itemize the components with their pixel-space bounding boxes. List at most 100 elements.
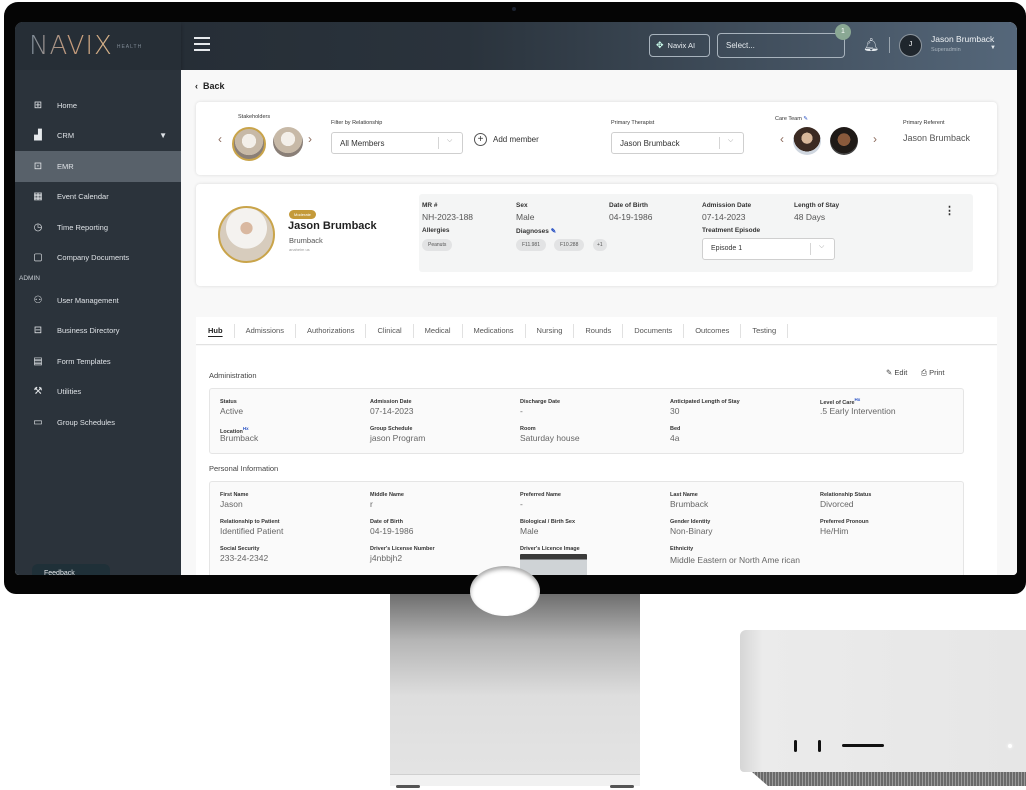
treatment-episode-value: Episode 1: [711, 245, 743, 252]
chevron-right-icon[interactable]: ›: [873, 132, 877, 146]
briefcase-icon: ⊟: [33, 325, 43, 337]
folder-icon: ⊡: [33, 160, 43, 172]
personal-information-card: First Name Jason Relationship to Patient…: [209, 481, 964, 575]
administration-card: Status Active LocationHx Brumback Admiss…: [209, 388, 964, 454]
chevron-left-icon[interactable]: ‹: [218, 132, 222, 146]
ssn-value: 233-24-2342: [220, 553, 269, 563]
field-label: Status: [220, 399, 237, 405]
sidebar-item-label: EMR: [57, 161, 74, 171]
tab-clinical[interactable]: Clinical: [366, 323, 414, 338]
primary-therapist-label: Primary Therapist: [611, 120, 655, 126]
field-label: Preferred Pronoun: [820, 519, 869, 525]
tab-nursing[interactable]: Nursing: [526, 323, 575, 338]
caret-down-icon[interactable]: ▼: [990, 45, 996, 51]
hamburger-menu-icon[interactable]: [194, 37, 210, 51]
navix-ai-label: Navix AI: [667, 41, 696, 50]
navix-ai-button[interactable]: ✥ Navix AI: [649, 34, 710, 57]
logo-subtitle: HEALTH: [116, 44, 143, 50]
sidebar-item-label: CRM: [57, 131, 75, 141]
tab-admissions[interactable]: Admissions: [235, 323, 296, 338]
sidebar-item-label: Form Templates: [57, 356, 111, 366]
tab-rounds[interactable]: Rounds: [574, 323, 624, 338]
logo[interactable]: NAVIX HEALTH: [15, 22, 181, 70]
sidebar-item-group-schedules[interactable]: ▭ Group Schedules: [15, 407, 181, 438]
tab-testing[interactable]: Testing: [741, 323, 789, 338]
tab-hub[interactable]: Hub: [208, 323, 235, 338]
mr-label: MR #: [422, 202, 438, 209]
primary-therapist-dropdown[interactable]: Jason Brumback ⌵: [611, 132, 744, 154]
diagnosis-chip: F10.288: [554, 239, 585, 251]
admission-date-value: 07-14-2023: [702, 212, 746, 222]
sidebar-item-company-documents[interactable]: ▢ Company Documents: [15, 243, 181, 274]
sidebar-item-user-management[interactable]: ⚇ User Management: [15, 285, 181, 316]
edit-pencil-icon[interactable]: ✎: [551, 228, 556, 235]
stakeholder-avatar[interactable]: [273, 127, 303, 157]
discharge-date-value: -: [520, 406, 523, 416]
global-select[interactable]: Select...: [717, 33, 845, 58]
edit-pencil-icon[interactable]: ✎: [803, 116, 808, 122]
filter-relationship-dropdown[interactable]: All Members ⌵: [331, 132, 463, 154]
treatment-episode-dropdown[interactable]: Episode 1 ⌵: [702, 238, 835, 260]
edit-button[interactable]: ✎ Edit: [886, 368, 907, 377]
field-label: Driver's License Number: [370, 546, 435, 552]
divider: [889, 37, 890, 53]
primary-referent-value: Jason Brumback: [903, 133, 971, 143]
sidebar-item-event-calendar[interactable]: ▦ Event Calendar: [15, 182, 181, 213]
tab-outcomes[interactable]: Outcomes: [684, 323, 742, 338]
sidebar-item-form-templates[interactable]: ▤ Form Templates: [15, 346, 181, 377]
sidebar-item-home[interactable]: ⊞ Home: [15, 90, 181, 121]
tab-documents[interactable]: Documents: [623, 323, 685, 338]
history-link[interactable]: Hx: [243, 426, 249, 431]
sidebar-item-business-directory[interactable]: ⊟ Business Directory: [15, 316, 181, 347]
location-value: Brumback: [220, 433, 259, 443]
dob-value: 04-19-1986: [370, 526, 414, 536]
field-label: Bed: [670, 426, 681, 432]
bell-icon[interactable]: 🔔︎: [863, 37, 880, 53]
sex-value: Male: [516, 212, 535, 222]
patient-info-panel: MR # NH-2023-188 Allergies Peanuts Sex M…: [419, 194, 973, 272]
sidebar-item-label: Business Directory: [57, 326, 120, 336]
sidebar-item-utilities[interactable]: ⚒ Utilities: [15, 377, 181, 408]
sidebar-item-time-reporting[interactable]: ◷ Time Reporting: [15, 212, 181, 243]
bio-sex-value: Male: [520, 526, 539, 536]
chevron-left-icon[interactable]: ‹: [780, 132, 784, 146]
chevron-right-icon[interactable]: ›: [308, 132, 312, 146]
preferred-name-value: -: [520, 499, 523, 509]
primary-referent-label: Primary Referent: [903, 120, 945, 126]
feedback-button[interactable]: Feedback: [32, 564, 110, 575]
field-label: Relationship Status: [820, 492, 872, 498]
screen: NAVIX HEALTH ✥ Navix AI Select... 1 🔔︎ J…: [15, 22, 1017, 575]
chevron-down-icon: ⌵: [447, 137, 453, 144]
add-member-button[interactable]: + Add member: [474, 133, 539, 146]
care-team-avatar[interactable]: [793, 127, 821, 155]
drivers-license-image[interactable]: [520, 554, 587, 575]
length-of-stay-value: 48 Days: [794, 212, 826, 222]
chart-icon: ▟: [34, 130, 42, 142]
back-button[interactable]: ‹ Back: [195, 81, 225, 91]
history-link[interactable]: Hx: [855, 397, 861, 402]
relationship-status-value: Divorced: [820, 499, 854, 509]
diagnosis-more-chip[interactable]: +1: [593, 239, 607, 251]
field-label: Room: [520, 426, 536, 432]
field-label: Driver's Licence Image: [520, 546, 580, 552]
care-team-avatar[interactable]: [830, 127, 858, 155]
sidebar-item-crm[interactable]: ▟ CRM ▼: [15, 121, 181, 152]
move-arrows-icon: ✥: [656, 40, 664, 50]
tab-medications[interactable]: Medications: [463, 323, 526, 338]
stakeholder-avatar[interactable]: [232, 127, 266, 161]
user-avatar[interactable]: J: [899, 34, 922, 57]
hub-content: Administration ✎ Edit ⎙ Print Status Act…: [196, 346, 997, 575]
home-icon: ⊞: [33, 99, 43, 111]
field-label: Biological / Birth Sex: [520, 519, 576, 525]
print-button[interactable]: ⎙ Print: [921, 368, 945, 378]
more-options-icon[interactable]: ⋮: [944, 204, 955, 217]
field-label: Relationship to Patient: [220, 519, 280, 525]
clock-icon: ◷: [33, 221, 43, 233]
monitor-stand: [390, 566, 640, 788]
filter-value: All Members: [340, 139, 385, 148]
user-name[interactable]: Jason Brumback: [931, 34, 994, 44]
tab-authorizations[interactable]: Authorizations: [296, 323, 367, 338]
emr-tabs: Hub Admissions Authorizations Clinical M…: [196, 317, 997, 345]
sidebar-item-emr[interactable]: ⊡ EMR: [15, 151, 181, 182]
tab-medical[interactable]: Medical: [414, 323, 463, 338]
